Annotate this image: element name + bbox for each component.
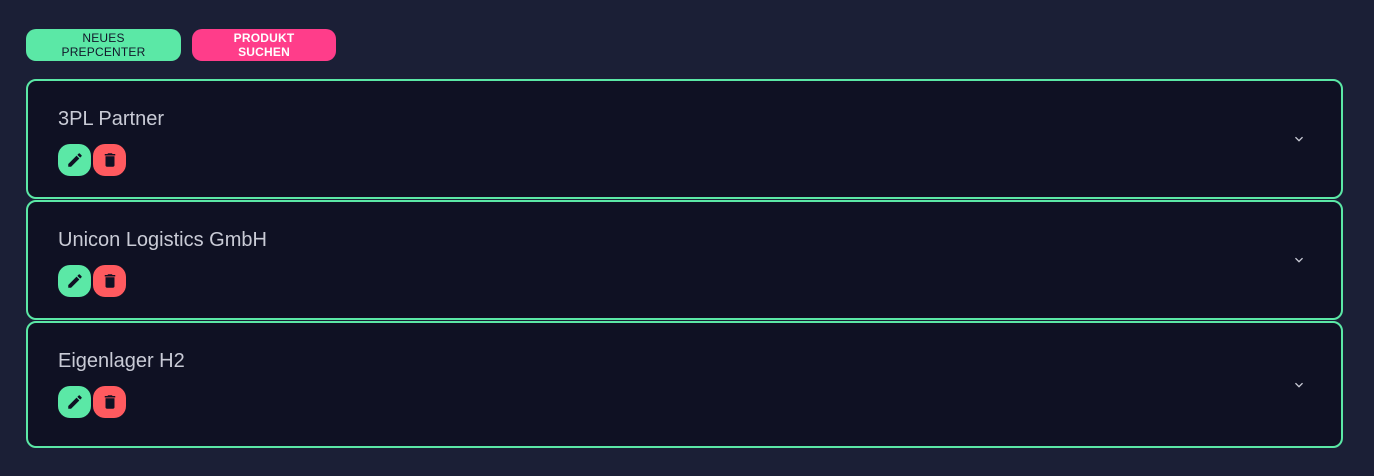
expand-toggle[interactable] [1291, 131, 1307, 147]
prepcenter-name: Unicon Logistics GmbH [58, 229, 267, 251]
chevron-down-icon [1295, 257, 1303, 263]
prepcenter-name: Eigenlager H2 [58, 350, 185, 372]
edit-button[interactable] [58, 144, 91, 176]
prepcenter-name: 3PL Partner [58, 108, 164, 130]
pencil-icon [67, 153, 82, 167]
pencil-icon [67, 395, 82, 409]
prepcenter-card[interactable]: Eigenlager H2 [26, 321, 1343, 448]
prepcenter-card[interactable]: 3PL Partner [26, 79, 1343, 199]
card-actions [58, 265, 126, 297]
search-product-button[interactable]: PRODUKT SUCHEN [192, 29, 336, 61]
expand-toggle[interactable] [1291, 252, 1307, 268]
chevron-down-icon [1295, 382, 1303, 388]
card-actions [58, 144, 126, 176]
trash-icon [104, 153, 115, 167]
trash-icon [104, 274, 115, 288]
toolbar: NEUES PREPCENTER PRODUKT SUCHEN [26, 29, 336, 61]
chevron-down-icon [1295, 136, 1303, 142]
delete-button[interactable] [93, 265, 126, 297]
edit-button[interactable] [58, 265, 91, 297]
delete-button[interactable] [93, 144, 126, 176]
trash-icon [104, 395, 115, 409]
card-actions [58, 386, 126, 418]
prepcenter-card[interactable]: Unicon Logistics GmbH [26, 200, 1343, 320]
delete-button[interactable] [93, 386, 126, 418]
prepcenter-list: 3PL Partner Unicon Logistics GmbH Eigenl… [26, 79, 1343, 449]
pencil-icon [67, 274, 82, 288]
edit-button[interactable] [58, 386, 91, 418]
expand-toggle[interactable] [1291, 377, 1307, 393]
new-prepcenter-button[interactable]: NEUES PREPCENTER [26, 29, 181, 61]
